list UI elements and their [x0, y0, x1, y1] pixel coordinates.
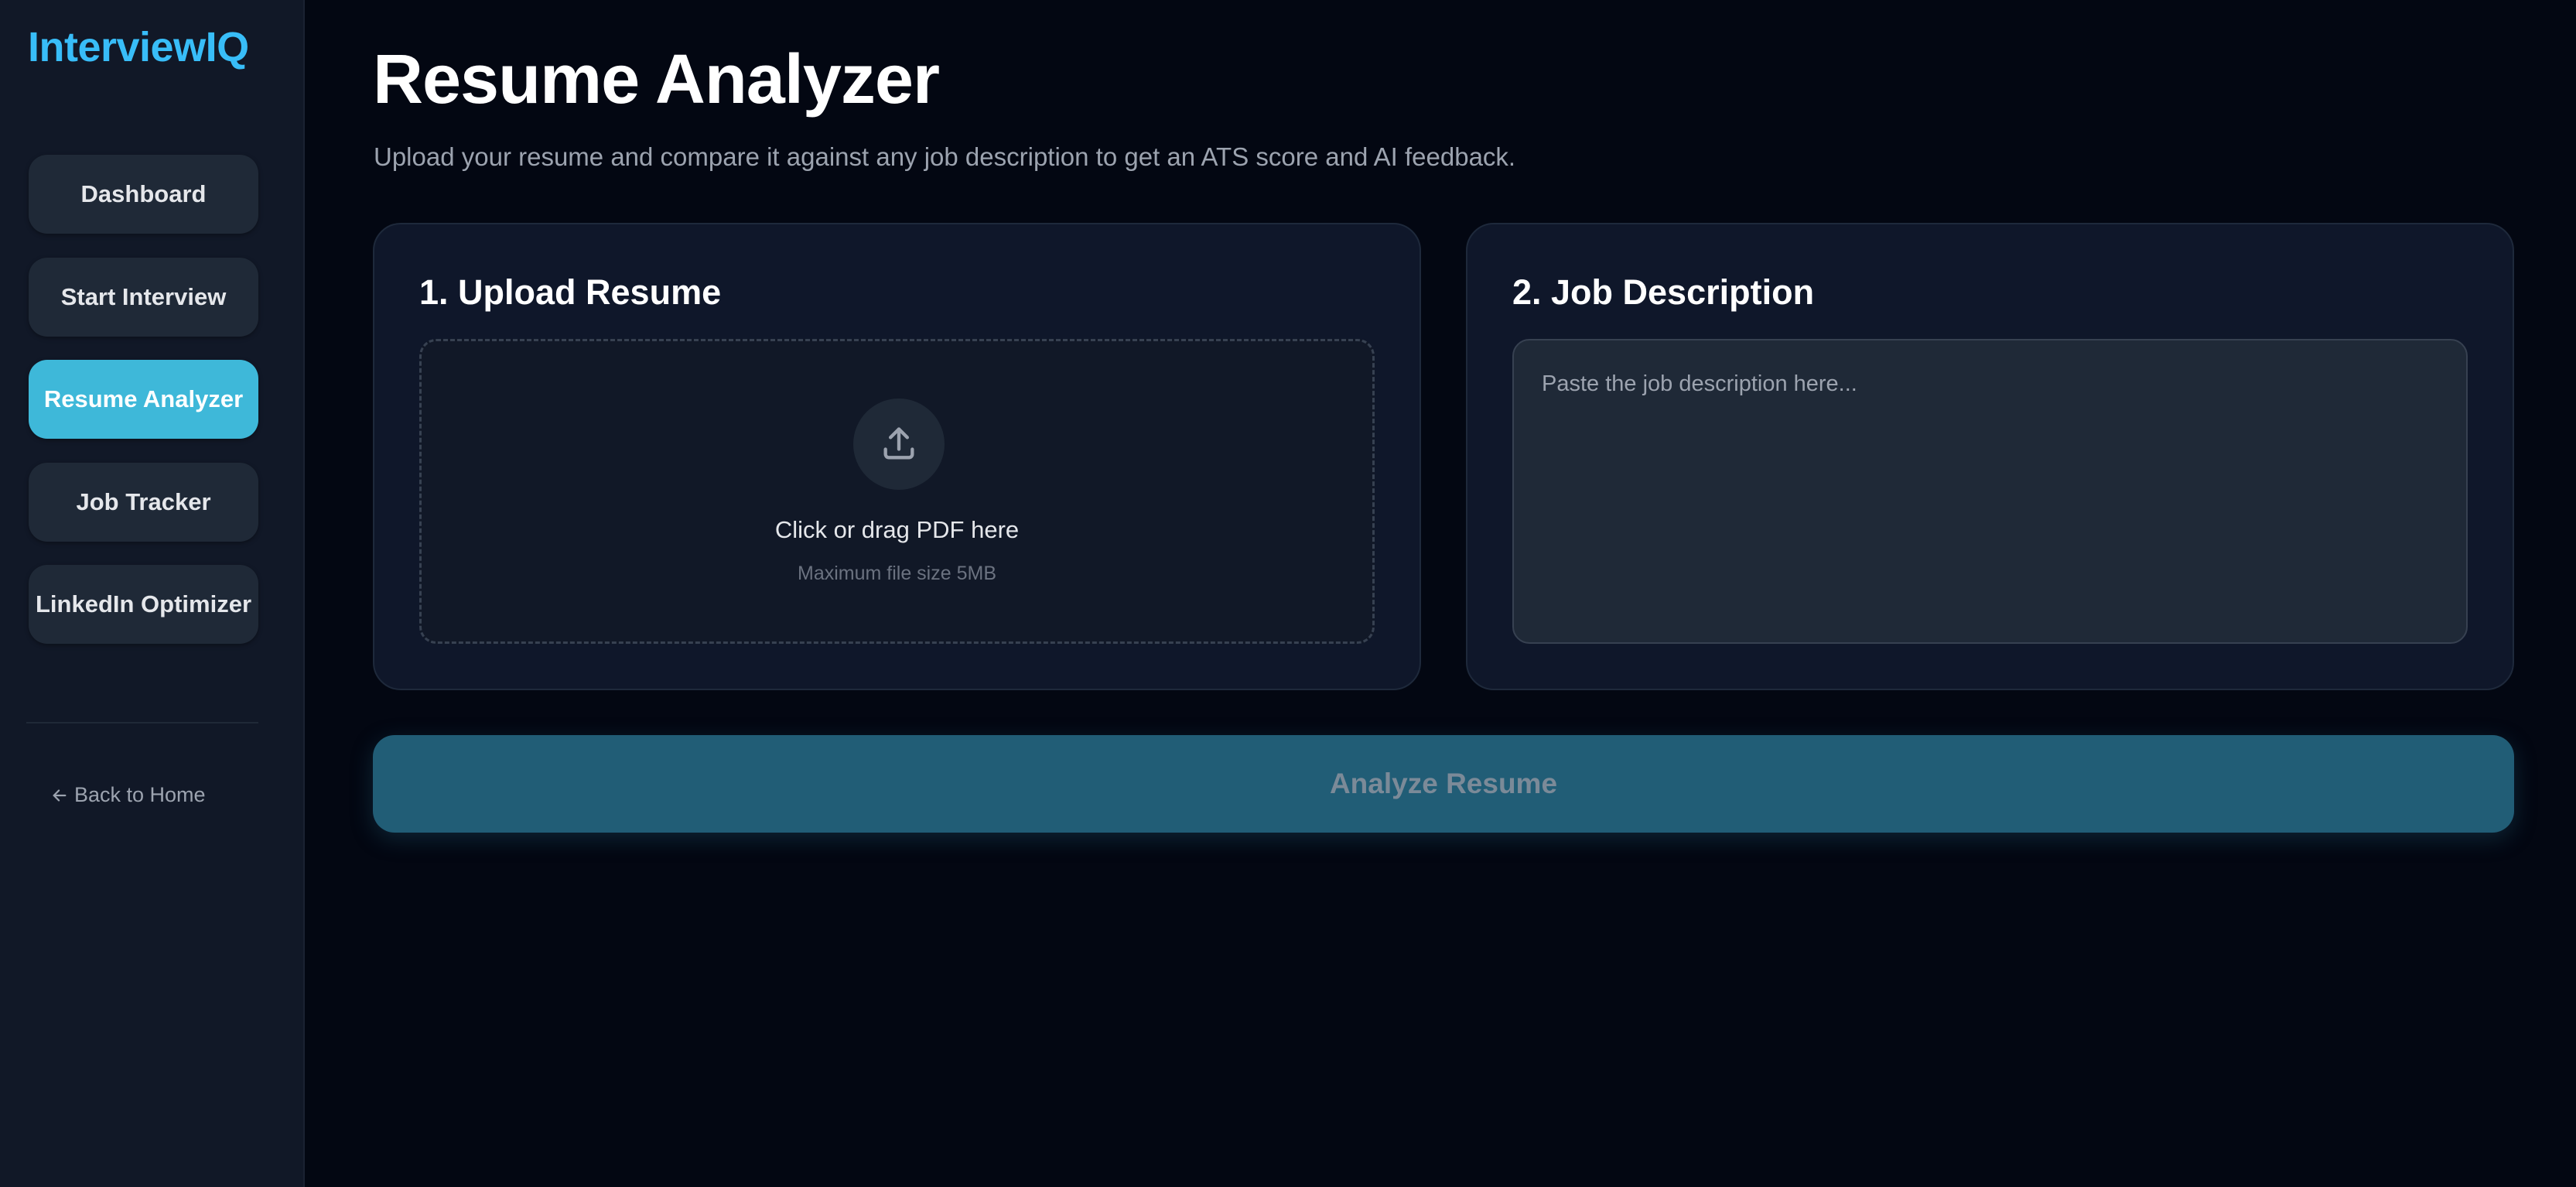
- sidebar-item-job-tracker[interactable]: Job Tracker: [29, 463, 258, 542]
- sidebar-item-label: Dashboard: [80, 180, 207, 207]
- upload-resume-card: 1. Upload Resume Click or drag PDF here …: [373, 223, 1421, 690]
- sidebar-item-start-interview[interactable]: Start Interview: [29, 258, 258, 337]
- sidebar-item-linkedin-optimizer[interactable]: LinkedIn Optimizer: [29, 565, 258, 644]
- arrow-left-icon: [53, 788, 67, 802]
- job-description-card: 2. Job Description: [1466, 223, 2514, 690]
- sidebar-divider: [26, 722, 258, 723]
- back-to-home-link[interactable]: Back to Home: [51, 783, 206, 807]
- page-title: Resume Analyzer: [373, 41, 940, 118]
- upload-icon: [883, 427, 914, 460]
- back-to-home-label: Back to Home: [74, 783, 206, 806]
- dropzone-text: Click or drag PDF here: [774, 516, 1020, 543]
- job-description-input[interactable]: [1512, 339, 2468, 644]
- sidebar-item-label: LinkedIn Optimizer: [35, 590, 252, 617]
- sidebar-item-label: Job Tracker: [76, 488, 211, 515]
- sidebar-item-label: Start Interview: [60, 283, 227, 310]
- job-card-title: 2. Job Description: [1512, 272, 1815, 312]
- brand-logo[interactable]: InterviewIQ: [28, 23, 249, 71]
- analyze-resume-button[interactable]: Analyze Resume: [373, 735, 2514, 833]
- sidebar-item-dashboard[interactable]: Dashboard: [29, 155, 258, 234]
- resume-dropzone[interactable]: Click or drag PDF here Maximum file size…: [419, 339, 1375, 644]
- upload-icon-container: [853, 399, 945, 490]
- app-window: InterviewIQ Dashboard Start Interview Re…: [0, 0, 2576, 1187]
- sidebar-item-resume-analyzer[interactable]: Resume Analyzer: [29, 360, 258, 439]
- upload-card-title: 1. Upload Resume: [419, 272, 722, 312]
- sidebar-item-label: Resume Analyzer: [43, 385, 244, 412]
- sidebar: InterviewIQ Dashboard Start Interview Re…: [0, 0, 305, 1187]
- dropzone-hint: Maximum file size 5MB: [798, 563, 996, 584]
- page-subtitle: Upload your resume and compare it agains…: [374, 142, 1516, 171]
